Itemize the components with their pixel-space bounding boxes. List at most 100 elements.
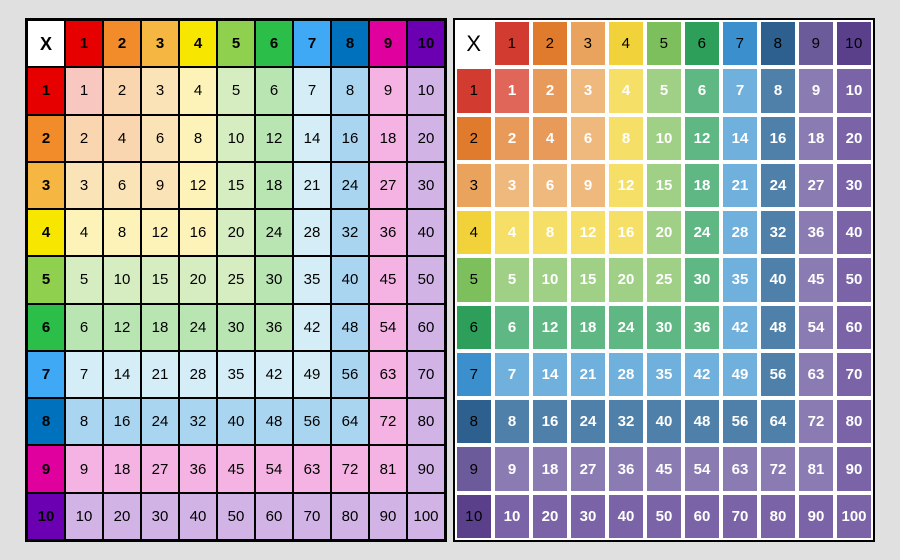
value-cell: 5 [645, 67, 683, 114]
value-cell: 18 [255, 162, 293, 209]
value-cell: 80 [759, 493, 797, 540]
value-cell: 40 [407, 209, 445, 256]
row-header: 3 [455, 162, 493, 209]
value-cell: 12 [569, 209, 607, 256]
row-header: 1 [455, 67, 493, 114]
col-header: 6 [683, 20, 721, 67]
value-cell: 18 [141, 304, 179, 351]
value-cell: 36 [797, 209, 835, 256]
row-header: 8 [27, 398, 65, 445]
value-cell: 70 [721, 493, 759, 540]
value-cell: 5 [65, 256, 103, 303]
value-cell: 72 [797, 398, 835, 445]
value-cell: 72 [759, 445, 797, 492]
value-cell: 64 [331, 398, 369, 445]
value-cell: 1 [493, 67, 531, 114]
value-cell: 81 [797, 445, 835, 492]
value-cell: 40 [217, 398, 255, 445]
value-cell: 18 [369, 115, 407, 162]
value-cell: 7 [65, 351, 103, 398]
value-cell: 36 [255, 304, 293, 351]
value-cell: 10 [217, 115, 255, 162]
row-header: 5 [455, 256, 493, 303]
value-cell: 48 [759, 304, 797, 351]
value-cell: 42 [721, 304, 759, 351]
value-cell: 20 [835, 115, 873, 162]
value-cell: 10 [645, 115, 683, 162]
value-cell: 8 [531, 209, 569, 256]
value-cell: 32 [607, 398, 645, 445]
value-cell: 40 [179, 493, 217, 540]
value-cell: 63 [797, 351, 835, 398]
value-cell: 4 [103, 115, 141, 162]
value-cell: 28 [607, 351, 645, 398]
value-cell: 27 [797, 162, 835, 209]
col-header: 7 [721, 20, 759, 67]
row-header: 10 [27, 493, 65, 540]
value-cell: 25 [645, 256, 683, 303]
col-header: 3 [569, 20, 607, 67]
value-cell: 56 [331, 351, 369, 398]
value-cell: 2 [65, 115, 103, 162]
value-cell: 35 [721, 256, 759, 303]
value-cell: 45 [217, 445, 255, 492]
value-cell: 9 [141, 162, 179, 209]
value-cell: 9 [493, 445, 531, 492]
value-cell: 24 [683, 209, 721, 256]
value-cell: 15 [645, 162, 683, 209]
value-cell: 45 [797, 256, 835, 303]
value-cell: 6 [569, 115, 607, 162]
value-cell: 90 [369, 493, 407, 540]
value-cell: 60 [683, 493, 721, 540]
col-header: 3 [141, 20, 179, 67]
row-header: 9 [455, 445, 493, 492]
value-cell: 8 [179, 115, 217, 162]
value-cell: 8 [493, 398, 531, 445]
value-cell: 9 [569, 162, 607, 209]
value-cell: 30 [835, 162, 873, 209]
value-cell: 1 [65, 67, 103, 114]
value-cell: 80 [331, 493, 369, 540]
value-cell: 40 [645, 398, 683, 445]
value-cell: 50 [217, 493, 255, 540]
value-cell: 32 [759, 209, 797, 256]
value-cell: 35 [645, 351, 683, 398]
value-cell: 6 [141, 115, 179, 162]
value-cell: 12 [607, 162, 645, 209]
value-cell: 60 [407, 304, 445, 351]
value-cell: 20 [645, 209, 683, 256]
value-cell: 50 [835, 256, 873, 303]
value-cell: 2 [493, 115, 531, 162]
value-cell: 16 [103, 398, 141, 445]
value-cell: 24 [607, 304, 645, 351]
value-cell: 16 [607, 209, 645, 256]
value-cell: 24 [759, 162, 797, 209]
value-cell: 6 [493, 304, 531, 351]
value-cell: 4 [607, 67, 645, 114]
col-header: 5 [645, 20, 683, 67]
value-cell: 25 [217, 256, 255, 303]
value-cell: 12 [255, 115, 293, 162]
value-cell: 60 [835, 304, 873, 351]
value-cell: 70 [407, 351, 445, 398]
value-cell: 4 [493, 209, 531, 256]
value-cell: 24 [569, 398, 607, 445]
col-header: 2 [103, 20, 141, 67]
value-cell: 21 [141, 351, 179, 398]
row-header: 10 [455, 493, 493, 540]
value-cell: 72 [331, 445, 369, 492]
value-cell: 100 [835, 493, 873, 540]
value-cell: 70 [835, 351, 873, 398]
col-header: 7 [293, 20, 331, 67]
value-cell: 2 [531, 67, 569, 114]
value-cell: 40 [759, 256, 797, 303]
value-cell: 6 [531, 162, 569, 209]
row-header: 5 [27, 256, 65, 303]
value-cell: 14 [531, 351, 569, 398]
col-header: 2 [531, 20, 569, 67]
value-cell: 10 [835, 67, 873, 114]
value-cell: 30 [569, 493, 607, 540]
value-cell: 6 [683, 67, 721, 114]
value-cell: 48 [331, 304, 369, 351]
value-cell: 8 [331, 67, 369, 114]
